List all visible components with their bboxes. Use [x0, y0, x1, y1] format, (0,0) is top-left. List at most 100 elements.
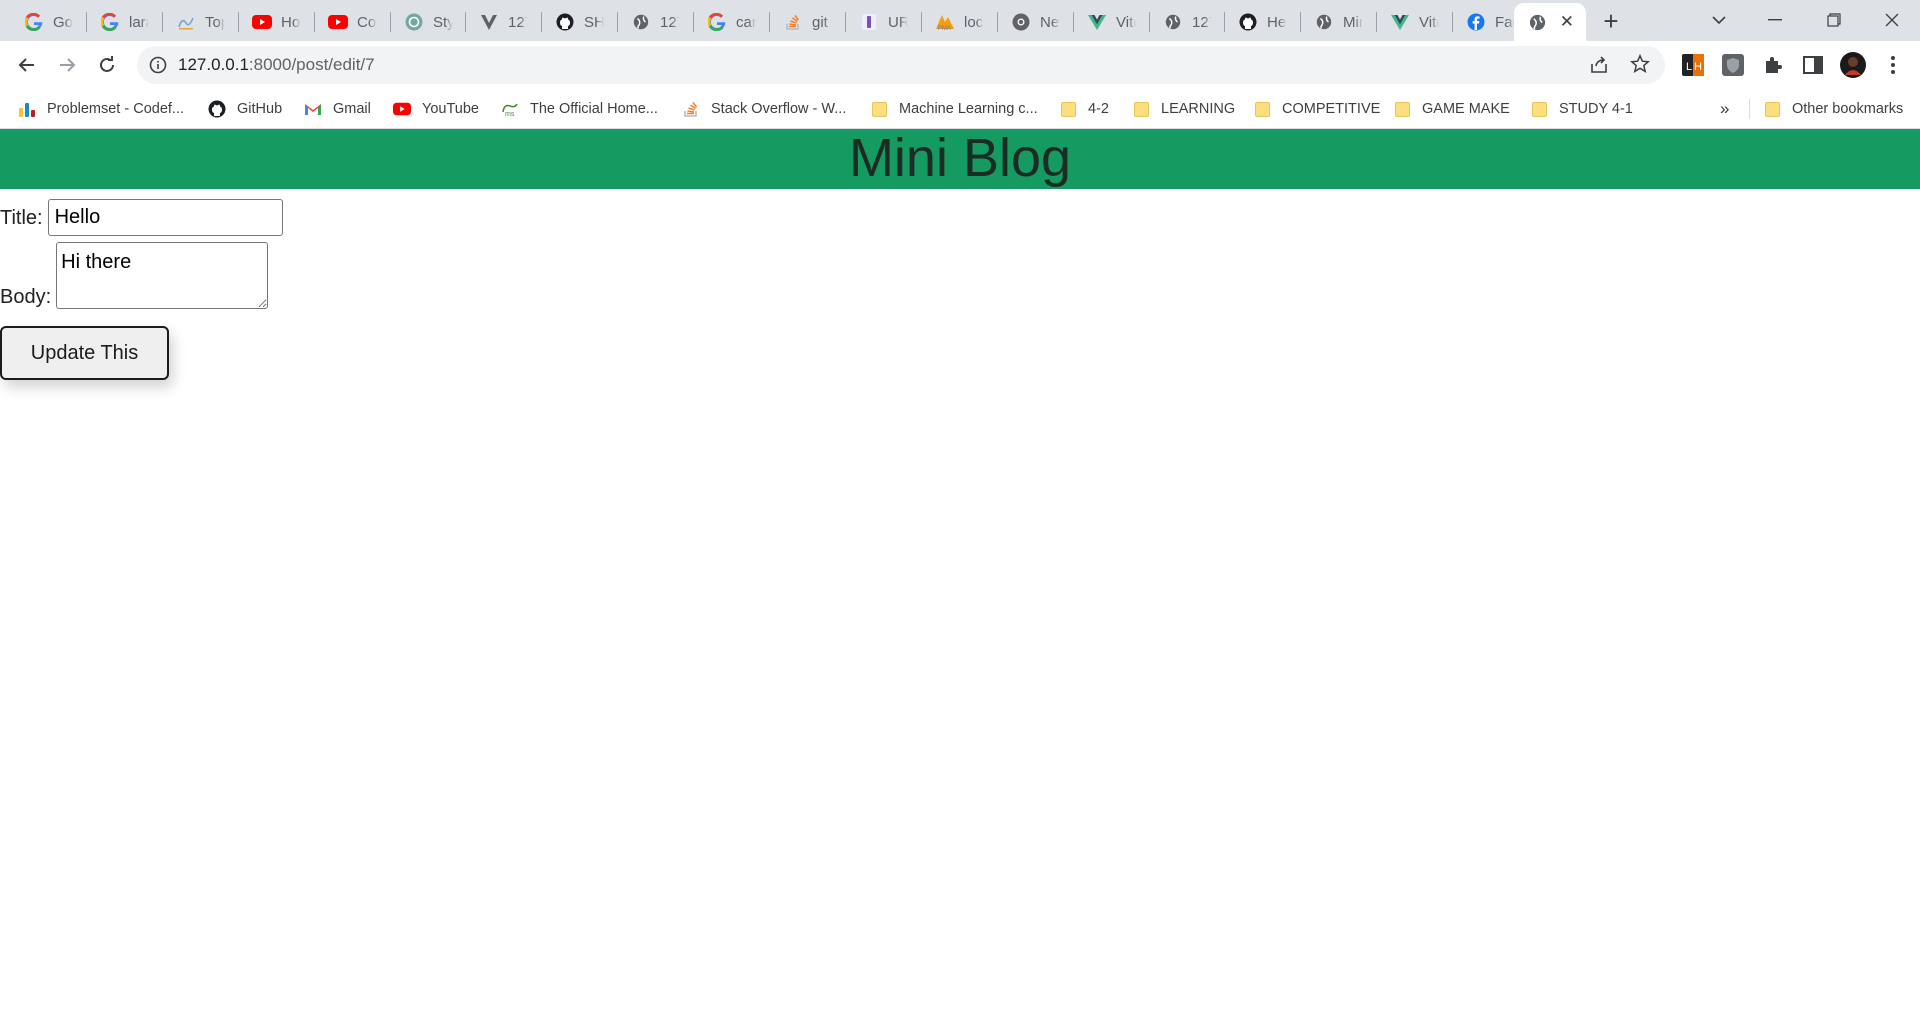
site-icon: ms — [501, 100, 519, 118]
tab-item[interactable]: Top — [168, 3, 238, 41]
tab-item[interactable]: Con — [320, 3, 390, 41]
arrow-left-icon — [18, 58, 34, 72]
puzzle-icon — [1766, 57, 1782, 73]
bookmark-item[interactable]: 4-2 — [1059, 98, 1109, 120]
body-row: Body: Hi there — [0, 242, 269, 309]
title-label: Title: — [0, 207, 43, 229]
extension-lh-icon[interactable]: LH — [1679, 51, 1707, 79]
bookmark-item[interactable]: YouTube — [393, 98, 479, 120]
close-tab-icon[interactable]: ✕ — [1560, 13, 1574, 31]
tab-item[interactable]: git — [775, 3, 845, 41]
tab-label: Top — [205, 13, 225, 31]
new-tab-button[interactable]: + — [1597, 8, 1625, 36]
menu-button[interactable] — [1879, 51, 1907, 79]
tab-label: Vite — [1116, 13, 1136, 31]
reload-button[interactable] — [93, 51, 121, 79]
browser-toolbar: 127.0.0.1:8000/post/edit/7 LH — [0, 41, 1920, 89]
chatgpt-icon — [404, 12, 424, 32]
close-window-button[interactable] — [1864, 0, 1920, 40]
folder-icon — [870, 100, 888, 118]
bookmark-item[interactable]: Problemset - Codef... — [18, 98, 184, 120]
tab-separator — [1073, 12, 1074, 32]
tab-item[interactable]: Vite — [1079, 3, 1149, 41]
svg-text:ms: ms — [505, 111, 515, 118]
restore-button[interactable] — [1806, 0, 1862, 40]
site-header: Mini Blog — [0, 128, 1920, 189]
tab-label: Min — [1343, 13, 1363, 31]
folder-icon — [1132, 100, 1150, 118]
other-bookmarks[interactable]: Other bookmarks — [1763, 98, 1903, 120]
tab-separator — [86, 12, 87, 32]
tab-item[interactable]: How — [244, 3, 314, 41]
update-button[interactable]: Update This — [0, 326, 169, 380]
bookmark-label: GitHub — [237, 101, 283, 117]
tab-item[interactable]: Vite — [1382, 3, 1452, 41]
side-panel-button[interactable] — [1799, 51, 1827, 79]
tab-item[interactable]: laravel — [92, 3, 162, 41]
tab-item[interactable]: 127 — [623, 3, 693, 41]
address-bar[interactable]: 127.0.0.1:8000/post/edit/7 — [137, 46, 1665, 84]
github-icon — [1238, 12, 1258, 32]
svg-text:H: H — [1694, 61, 1702, 73]
tab-label: 127 — [660, 13, 680, 31]
svg-text:L: L — [1686, 61, 1692, 73]
tab-separator — [1376, 12, 1377, 32]
bookmark-label: COMPETITIVE — [1282, 101, 1381, 117]
tab-separator — [238, 12, 239, 32]
bookmarks-overflow-button[interactable]: » — [1720, 98, 1729, 120]
bookmark-label: STUDY 4-1 — [1559, 101, 1633, 117]
extensions-button[interactable] — [1759, 51, 1787, 79]
back-button[interactable] — [13, 51, 41, 79]
profile-button[interactable] — [1839, 51, 1867, 79]
globe-icon — [1527, 12, 1547, 32]
tab-item[interactable]: Min — [1306, 3, 1376, 41]
folder-icon — [1253, 100, 1271, 118]
bookmark-item[interactable]: Machine Learning c... — [870, 98, 1038, 120]
bookmark-item[interactable]: STUDY 4-1 — [1530, 98, 1633, 120]
bookmark-item[interactable]: GAME MAKE — [1393, 98, 1510, 120]
youtube-icon — [328, 12, 348, 32]
tab-item[interactable]: 127 — [1155, 3, 1225, 41]
tab-item[interactable]: New — [1003, 3, 1073, 41]
tab-item[interactable]: can — [699, 3, 769, 41]
tab-label: Vite — [1419, 13, 1439, 31]
bookmark-label: 4-2 — [1088, 101, 1109, 117]
folder-icon — [1530, 100, 1548, 118]
body-textarea[interactable]: Hi there — [56, 242, 269, 309]
chevron-down-icon — [1712, 16, 1726, 25]
tab-item[interactable]: URL — [851, 3, 921, 41]
tab-search-button[interactable] — [1691, 0, 1747, 40]
bookmark-item[interactable]: ms The Official Home... — [501, 98, 658, 120]
star-icon[interactable] — [1629, 53, 1651, 79]
bookmark-item[interactable]: GitHub — [208, 98, 282, 120]
tab-label: URL — [888, 13, 908, 31]
tab-item[interactable]: SHA — [547, 3, 617, 41]
minimize-button[interactable] — [1747, 0, 1803, 40]
gmail-icon — [304, 100, 322, 118]
url-text[interactable]: 127.0.0.1:8000/post/edit/7 — [178, 55, 375, 75]
site-info-icon[interactable] — [149, 56, 167, 79]
body-label: Body: — [0, 286, 52, 308]
bookmark-item[interactable]: Gmail — [304, 98, 371, 120]
forward-button[interactable] — [53, 51, 81, 79]
tab-separator — [465, 12, 466, 32]
title-input[interactable] — [47, 199, 283, 236]
bookmark-item[interactable]: Stack Overflow - W... — [682, 98, 846, 120]
tab-label: Her — [1267, 13, 1287, 31]
vue-icon — [1087, 12, 1107, 32]
globe-icon — [1314, 12, 1334, 32]
bookmark-label: The Official Home... — [530, 101, 658, 117]
share-icon[interactable] — [1589, 55, 1609, 80]
tab-item[interactable]: Google — [16, 3, 86, 41]
tab-item[interactable]: 127 — [471, 3, 541, 41]
extension-shield-icon[interactable] — [1719, 51, 1747, 79]
tab-active[interactable]: ✕ — [1514, 3, 1586, 41]
bookmark-item[interactable]: LEARNING — [1132, 98, 1235, 120]
tab-item[interactable]: Her — [1230, 3, 1300, 41]
tab-item[interactable]: PMA loca — [927, 3, 997, 41]
bookmark-item[interactable]: COMPETITIVE — [1253, 98, 1380, 120]
bookmark-label: Gmail — [333, 101, 371, 117]
tab-separator — [314, 12, 315, 32]
tab-label: New — [1040, 13, 1060, 31]
tab-item[interactable]: Styl — [396, 3, 466, 41]
